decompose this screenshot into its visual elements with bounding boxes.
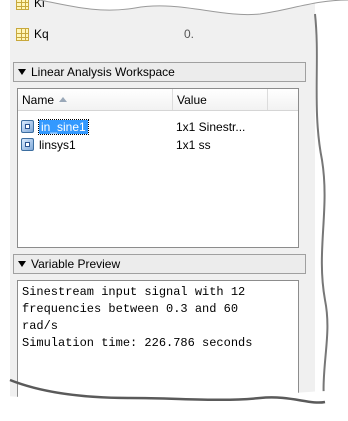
torn-edge-overlay [0, 0, 348, 421]
torn-paper-page: Ki Kq 0. Linear Analysis Workspace Name … [0, 0, 348, 421]
